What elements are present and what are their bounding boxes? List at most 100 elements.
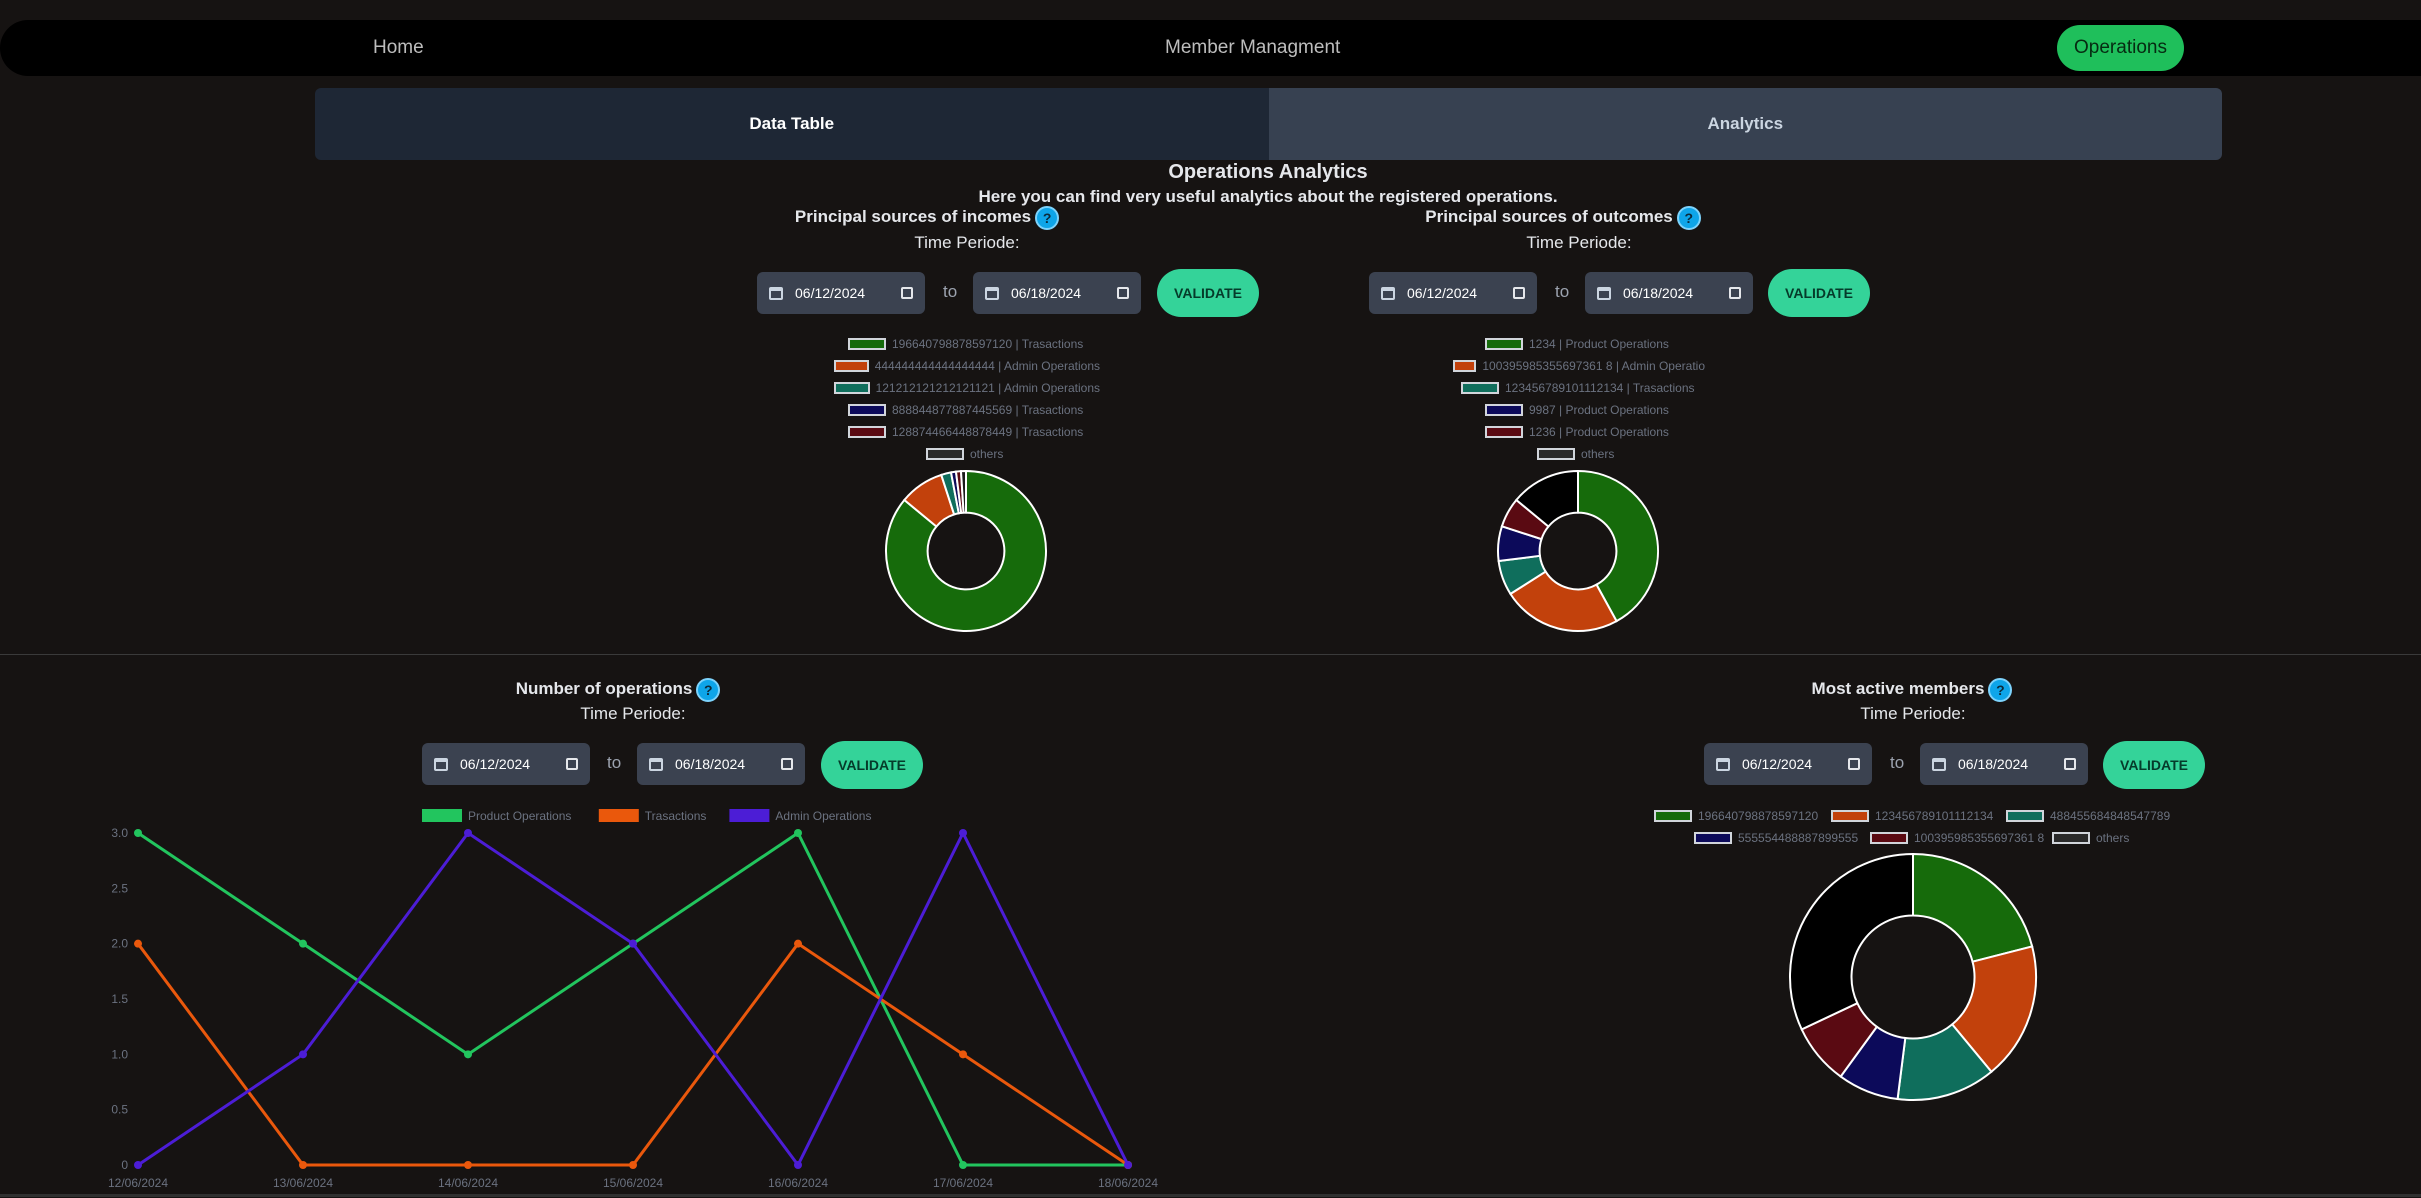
operations-validate-button[interactable]: VALIDATE (821, 741, 923, 789)
calendar-picker-icon[interactable] (1729, 287, 1741, 299)
incomes-until-date-input[interactable]: 06/18/2024 (973, 272, 1141, 314)
calendar-picker-icon[interactable] (1848, 758, 1860, 770)
members-validate-button[interactable]: VALIDATE (2103, 741, 2205, 789)
calendar-picker-icon[interactable] (2064, 758, 2076, 770)
legend-swatch (1870, 832, 1908, 844)
legend-item[interactable]: others (2052, 831, 2129, 845)
calendar-icon (1932, 757, 1946, 771)
data-point[interactable] (959, 1161, 967, 1169)
calendar-icon (769, 286, 783, 300)
legend-label[interactable]: Admin Operations (775, 809, 871, 823)
outcomes-title: Principal sources of outcomes (1425, 207, 1673, 227)
legend-swatch (1485, 338, 1523, 350)
outcomes-until-date-input[interactable]: 06/18/2024 (1585, 272, 1753, 314)
data-point[interactable] (629, 939, 637, 948)
y-tick-label: 2.0 (111, 937, 128, 951)
tab-analytics[interactable]: Analytics (1268, 88, 2222, 160)
legend-item[interactable]: 888844877887445569 | Trasactions (848, 403, 1083, 417)
legend-swatch (1485, 404, 1523, 416)
legend-swatch (1831, 810, 1869, 822)
operations-help-icon[interactable]: ? (696, 678, 721, 702)
legend-item[interactable]: 100395985355697361 8 (1870, 831, 2044, 845)
members-title: Most active members (1811, 679, 1985, 699)
calendar-picker-icon[interactable] (566, 758, 578, 770)
operations-until-date-value: 06/18/2024 (675, 756, 746, 772)
legend-item[interactable]: 121212121212121121 | Admin Operations (834, 381, 1100, 395)
data-point[interactable] (794, 829, 802, 837)
legend-swatch (1694, 832, 1732, 844)
outcomes-from-date-input[interactable]: 06/12/2024 (1369, 272, 1537, 314)
legend-item[interactable]: 123456789101112134 (1831, 809, 1993, 823)
doughnut-slice[interactable] (1789, 852, 1914, 1031)
legend-label[interactable]: Trasactions (645, 809, 707, 823)
data-point[interactable] (629, 1161, 637, 1169)
top-navbar: Home Member Managment Operations (0, 20, 2421, 76)
data-point[interactable] (299, 1050, 307, 1059)
calendar-icon (1716, 757, 1730, 771)
nav-operations-link[interactable]: Operations (2057, 25, 2184, 71)
calendar-picker-icon[interactable] (781, 758, 793, 770)
legend-item[interactable]: 196640798878597120 | Trasactions (848, 337, 1083, 351)
outcomes-validate-button[interactable]: VALIDATE (1768, 269, 1870, 317)
legend-swatch (2006, 810, 2044, 822)
incomes-validate-button[interactable]: VALIDATE (1157, 269, 1259, 317)
legend-item[interactable]: 100395985355697361 8 | Admin Operatio (1453, 359, 1705, 373)
data-point[interactable] (299, 939, 307, 948)
y-tick-label: 3.0 (111, 826, 128, 840)
data-point[interactable] (134, 1161, 142, 1169)
legend-item[interactable]: 1234 | Product Operations (1485, 337, 1669, 351)
legend-label: 1234 | Product Operations (1529, 337, 1669, 351)
nav-home-link[interactable]: Home (373, 20, 424, 76)
x-tick-label: 18/06/2024 (1098, 1176, 1158, 1190)
legend-item[interactable]: 128874466448878449 | Trasactions (848, 425, 1083, 439)
x-tick-label: 14/06/2024 (438, 1176, 498, 1190)
doughnut-slice[interactable] (1912, 852, 2034, 963)
calendar-picker-icon[interactable] (1513, 287, 1525, 299)
legend-label: 100395985355697361 8 (1914, 831, 2045, 845)
members-help-icon[interactable]: ? (1988, 678, 2013, 702)
series-line (136, 941, 1129, 1167)
members-to-label: to (1890, 753, 1905, 772)
operations-from-date-input[interactable]: 06/12/2024 (422, 743, 590, 785)
y-tick-label: 0 (121, 1158, 128, 1172)
legend-label[interactable]: Product Operations (468, 809, 571, 823)
data-point[interactable] (134, 939, 142, 948)
data-point[interactable] (464, 1050, 472, 1059)
data-point[interactable] (464, 829, 472, 837)
legend-item[interactable]: 123456789101112134 | Trasactions (1461, 381, 1695, 395)
nav-member-management-link[interactable]: Member Managment (1165, 20, 1340, 76)
legend-swatch (1654, 810, 1692, 822)
legend-item[interactable]: 1236 | Product Operations (1485, 425, 1669, 439)
data-point[interactable] (794, 1161, 802, 1169)
tab-data-table[interactable]: Data Table (315, 88, 1269, 160)
members-from-date-input[interactable]: 06/12/2024 (1704, 743, 1872, 785)
legend-item[interactable]: 9987 | Product Operations (1485, 403, 1669, 417)
legend-item[interactable]: 196640798878597120 (1654, 809, 1818, 823)
operations-until-date-input[interactable]: 06/18/2024 (637, 743, 805, 785)
legend-item[interactable]: others (926, 447, 1003, 461)
legend-item[interactable]: 555554488887899555 (1694, 831, 1858, 845)
legend-label: 196640798878597120 (1698, 809, 1819, 823)
view-tabs: Data Table Analytics (315, 88, 2222, 160)
data-point[interactable] (959, 1050, 967, 1059)
data-point[interactable] (464, 1161, 472, 1169)
incomes-from-date-input[interactable]: 06/12/2024 (757, 272, 925, 314)
legend-item[interactable]: others (1537, 447, 1614, 461)
incomes-help-icon[interactable]: ? (1035, 206, 1060, 230)
members-until-date-input[interactable]: 06/18/2024 (1920, 743, 2088, 785)
data-point[interactable] (134, 829, 142, 837)
data-point[interactable] (299, 1161, 307, 1169)
data-point[interactable] (959, 829, 967, 837)
data-point[interactable] (1124, 1161, 1132, 1169)
members-from-date-value: 06/12/2024 (1742, 756, 1813, 772)
operations-from-date-value: 06/12/2024 (460, 756, 531, 772)
legend-item[interactable]: 488455684848547789 (2006, 809, 2170, 823)
legend-swatch (834, 382, 870, 394)
data-point[interactable] (794, 939, 802, 948)
outcomes-help-icon[interactable]: ? (1676, 206, 1701, 230)
calendar-picker-icon[interactable] (901, 287, 913, 299)
series-line (137, 830, 1128, 1167)
calendar-picker-icon[interactable] (1117, 287, 1129, 299)
legend-item[interactable]: 444444444444444444 | Admin Operations (834, 359, 1100, 373)
page-bottom-border (0, 1194, 2421, 1197)
